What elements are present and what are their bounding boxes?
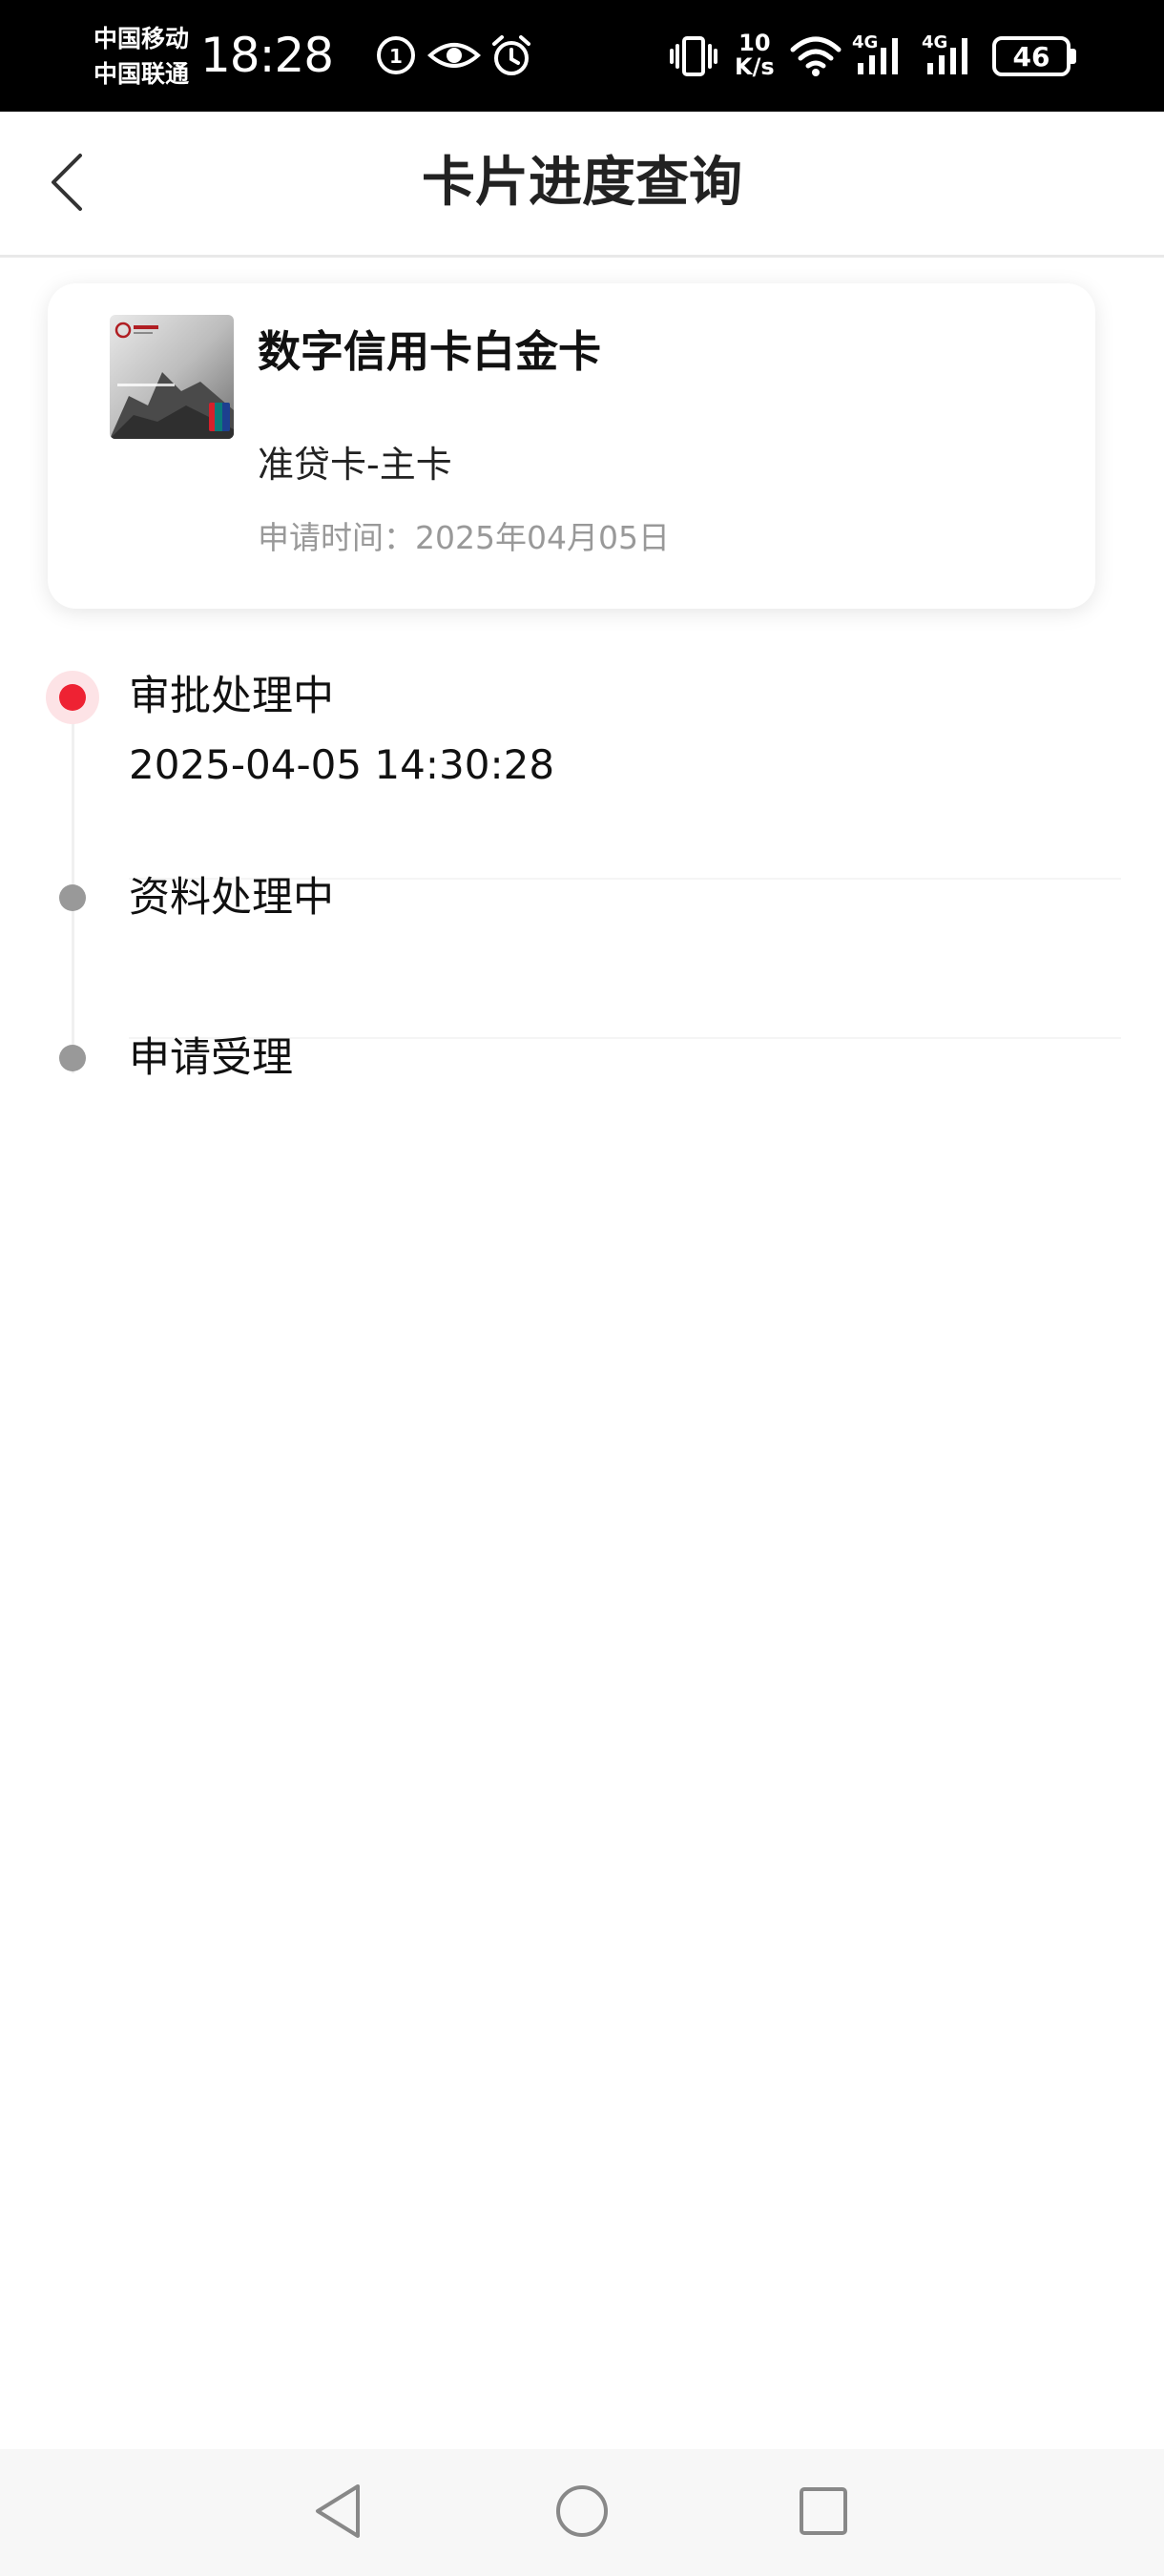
signal-1-label: 4G [852, 32, 878, 52]
card-type: 准贷卡-主卡 [258, 444, 452, 486]
clock: 18:28 [200, 28, 334, 83]
eye-comfort-icon [426, 34, 482, 80]
carrier-2: 中国联通 [94, 60, 190, 88]
step-title: 审批处理中 [129, 673, 334, 720]
progress-timeline: 审批处理中 2025-04-05 14:30:28 资料处理中 申请受理 [0, 658, 1164, 1135]
card-info-panel: 数字信用卡白金卡 准贷卡-主卡 申请时间：2025年04月05日 [48, 283, 1095, 609]
step-time: 2025-04-05 14:30:28 [129, 741, 555, 788]
header: 卡片进度查询 [0, 112, 1164, 258]
card-name: 数字信用卡白金卡 [258, 326, 602, 377]
battery-icon: 46 [992, 36, 1070, 76]
apply-time-label: 申请时间： [258, 519, 415, 556]
net-speed-value: 10 [738, 30, 771, 56]
credit-card-image [110, 315, 234, 439]
net-speed: 10 K/s [735, 31, 775, 79]
back-triangle-icon [310, 2481, 367, 2545]
home-circle-icon [553, 2483, 611, 2544]
nav-recents-button[interactable] [788, 2478, 859, 2548]
carrier-1: 中国移动 [94, 25, 190, 52]
battery-tip [1070, 49, 1076, 64]
step-title: 申请受理 [129, 1034, 293, 1082]
inactive-dot-icon [59, 1045, 86, 1071]
page-title: 卡片进度查询 [422, 152, 742, 214]
step-title: 资料处理中 [129, 874, 334, 922]
signal-icon: 4G [922, 31, 979, 82]
alarm-icon [489, 34, 533, 82]
recents-square-icon [797, 2484, 850, 2542]
svg-text:4G: 4G [922, 32, 947, 52]
vibrate-icon [670, 34, 717, 82]
svg-text:1: 1 [389, 45, 403, 68]
hd-voice-icon: 1 [375, 34, 417, 80]
active-dot-icon [46, 671, 99, 724]
wifi-icon [789, 34, 842, 82]
apply-time: 申请时间：2025年04月05日 [258, 517, 670, 559]
battery-level: 46 [1012, 40, 1050, 73]
inactive-dot-icon [59, 884, 86, 911]
net-speed-unit: K/s [735, 53, 775, 80]
nav-home-button[interactable] [547, 2478, 617, 2548]
system-nav-bar [0, 2449, 1164, 2576]
signal-icon: 4G [852, 31, 909, 82]
carrier-info: 中国移动 中国联通 [94, 21, 189, 92]
nav-back-button[interactable] [303, 2478, 374, 2548]
status-bar: 中国移动 中国联通 18:28 1 10 K/s 4G 4G 46 [0, 0, 1164, 112]
apply-time-value: 2025年04月05日 [415, 519, 670, 556]
